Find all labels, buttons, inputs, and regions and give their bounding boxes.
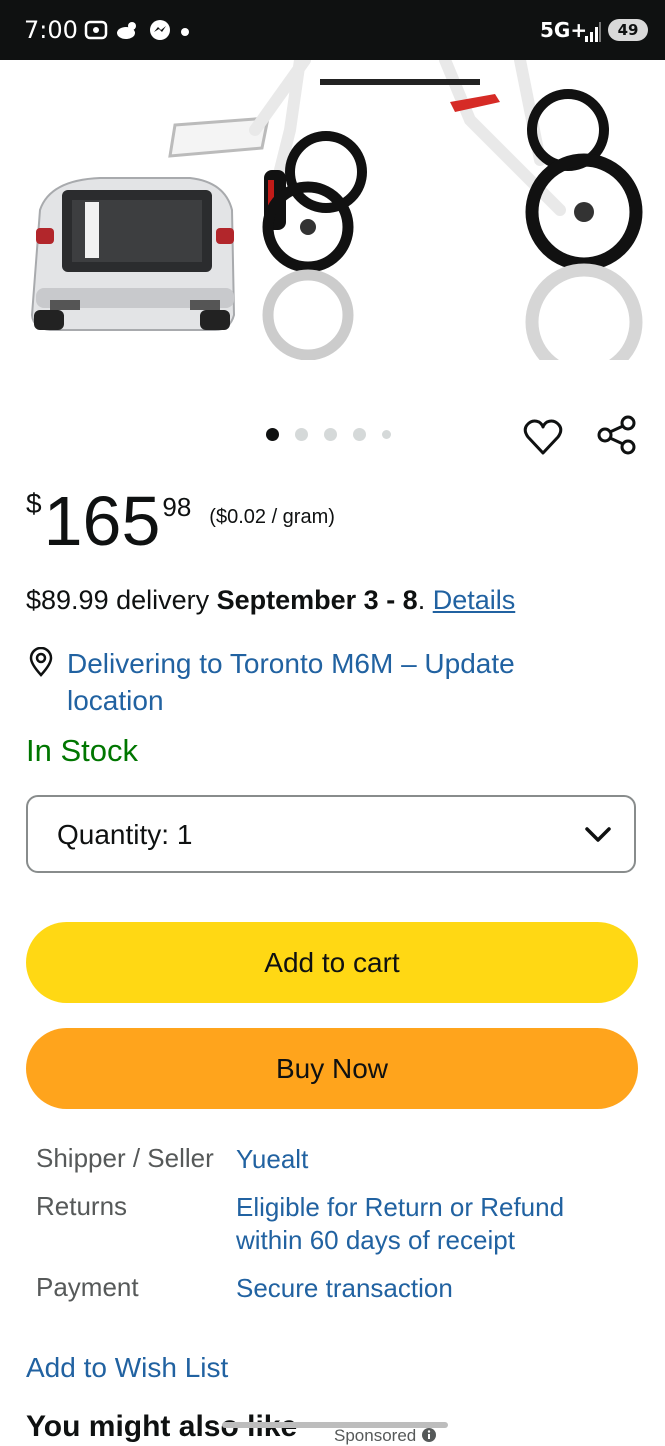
delivery-cost: $89.99 delivery bbox=[26, 585, 217, 615]
quantity-select[interactable]: Quantity: 1 bbox=[26, 795, 636, 873]
seller-label: Shipper / Seller bbox=[36, 1143, 214, 1173]
network-indicator: 5G+ bbox=[540, 18, 588, 42]
image-carousel-dots[interactable] bbox=[266, 428, 391, 441]
share-icon[interactable] bbox=[596, 414, 638, 456]
messenger-icon bbox=[150, 20, 170, 40]
sponsored-label[interactable]: Sponsored bbox=[334, 1426, 437, 1446]
location-text[interactable]: Delivering to Toronto M6M – Update locat… bbox=[67, 645, 607, 719]
carousel-dot-3[interactable] bbox=[324, 428, 337, 441]
product-image[interactable] bbox=[0, 60, 665, 360]
payment-link[interactable]: Secure transaction bbox=[236, 1272, 616, 1305]
carousel-dot-4[interactable] bbox=[353, 428, 366, 441]
walker-illustration bbox=[168, 60, 643, 360]
product-image-drawing bbox=[30, 60, 643, 360]
price-currency: $ bbox=[26, 488, 42, 519]
info-icon[interactable] bbox=[421, 1427, 437, 1443]
carousel-dot-1[interactable] bbox=[266, 428, 279, 441]
unit-price: ($0.02 / gram) bbox=[209, 506, 335, 528]
battery-indicator: 49 bbox=[608, 19, 648, 41]
add-to-cart-button[interactable]: Add to cart bbox=[26, 922, 638, 1003]
price: $ 165 98 ($0.02 / gram) bbox=[26, 478, 335, 564]
screenshot-icon bbox=[84, 20, 108, 40]
stock-status: In Stock bbox=[26, 733, 138, 768]
delivery-info: $89.99 delivery September 3 - 8. Details bbox=[26, 585, 515, 616]
price-fraction: 98 bbox=[162, 492, 192, 522]
seller-link[interactable]: Yuealt bbox=[236, 1143, 616, 1176]
carousel-dot-5[interactable] bbox=[382, 430, 391, 439]
carousel-dot-2[interactable] bbox=[295, 428, 308, 441]
car-illustration bbox=[30, 177, 236, 331]
delivery-details-link[interactable]: Details bbox=[433, 585, 516, 615]
delivery-separator: . bbox=[417, 585, 433, 615]
price-whole: 165 bbox=[43, 482, 161, 560]
payment-label: Payment bbox=[36, 1272, 139, 1302]
status-bar: 7:00 5G+ 49 bbox=[0, 0, 665, 60]
delivery-date: September 3 - 8 bbox=[216, 585, 418, 615]
location-pin-icon bbox=[29, 647, 53, 677]
dot-icon bbox=[181, 28, 189, 36]
notification-icons bbox=[84, 18, 190, 42]
buy-now-button[interactable]: Buy Now bbox=[26, 1028, 638, 1109]
chevron-down-icon bbox=[585, 827, 611, 842]
add-to-wish-list-link[interactable]: Add to Wish List bbox=[26, 1352, 228, 1384]
signal-icon bbox=[585, 22, 601, 42]
status-time: 7:00 bbox=[24, 16, 78, 44]
returns-label: Returns bbox=[36, 1191, 128, 1221]
wishlist-heart-icon[interactable] bbox=[522, 416, 564, 458]
weather-icon bbox=[117, 22, 136, 39]
returns-link[interactable]: Eligible for Return or Refund within 60 … bbox=[236, 1191, 616, 1257]
quantity-label: Quantity: 1 bbox=[57, 819, 193, 850]
quantity-value: 1 bbox=[176, 819, 193, 850]
